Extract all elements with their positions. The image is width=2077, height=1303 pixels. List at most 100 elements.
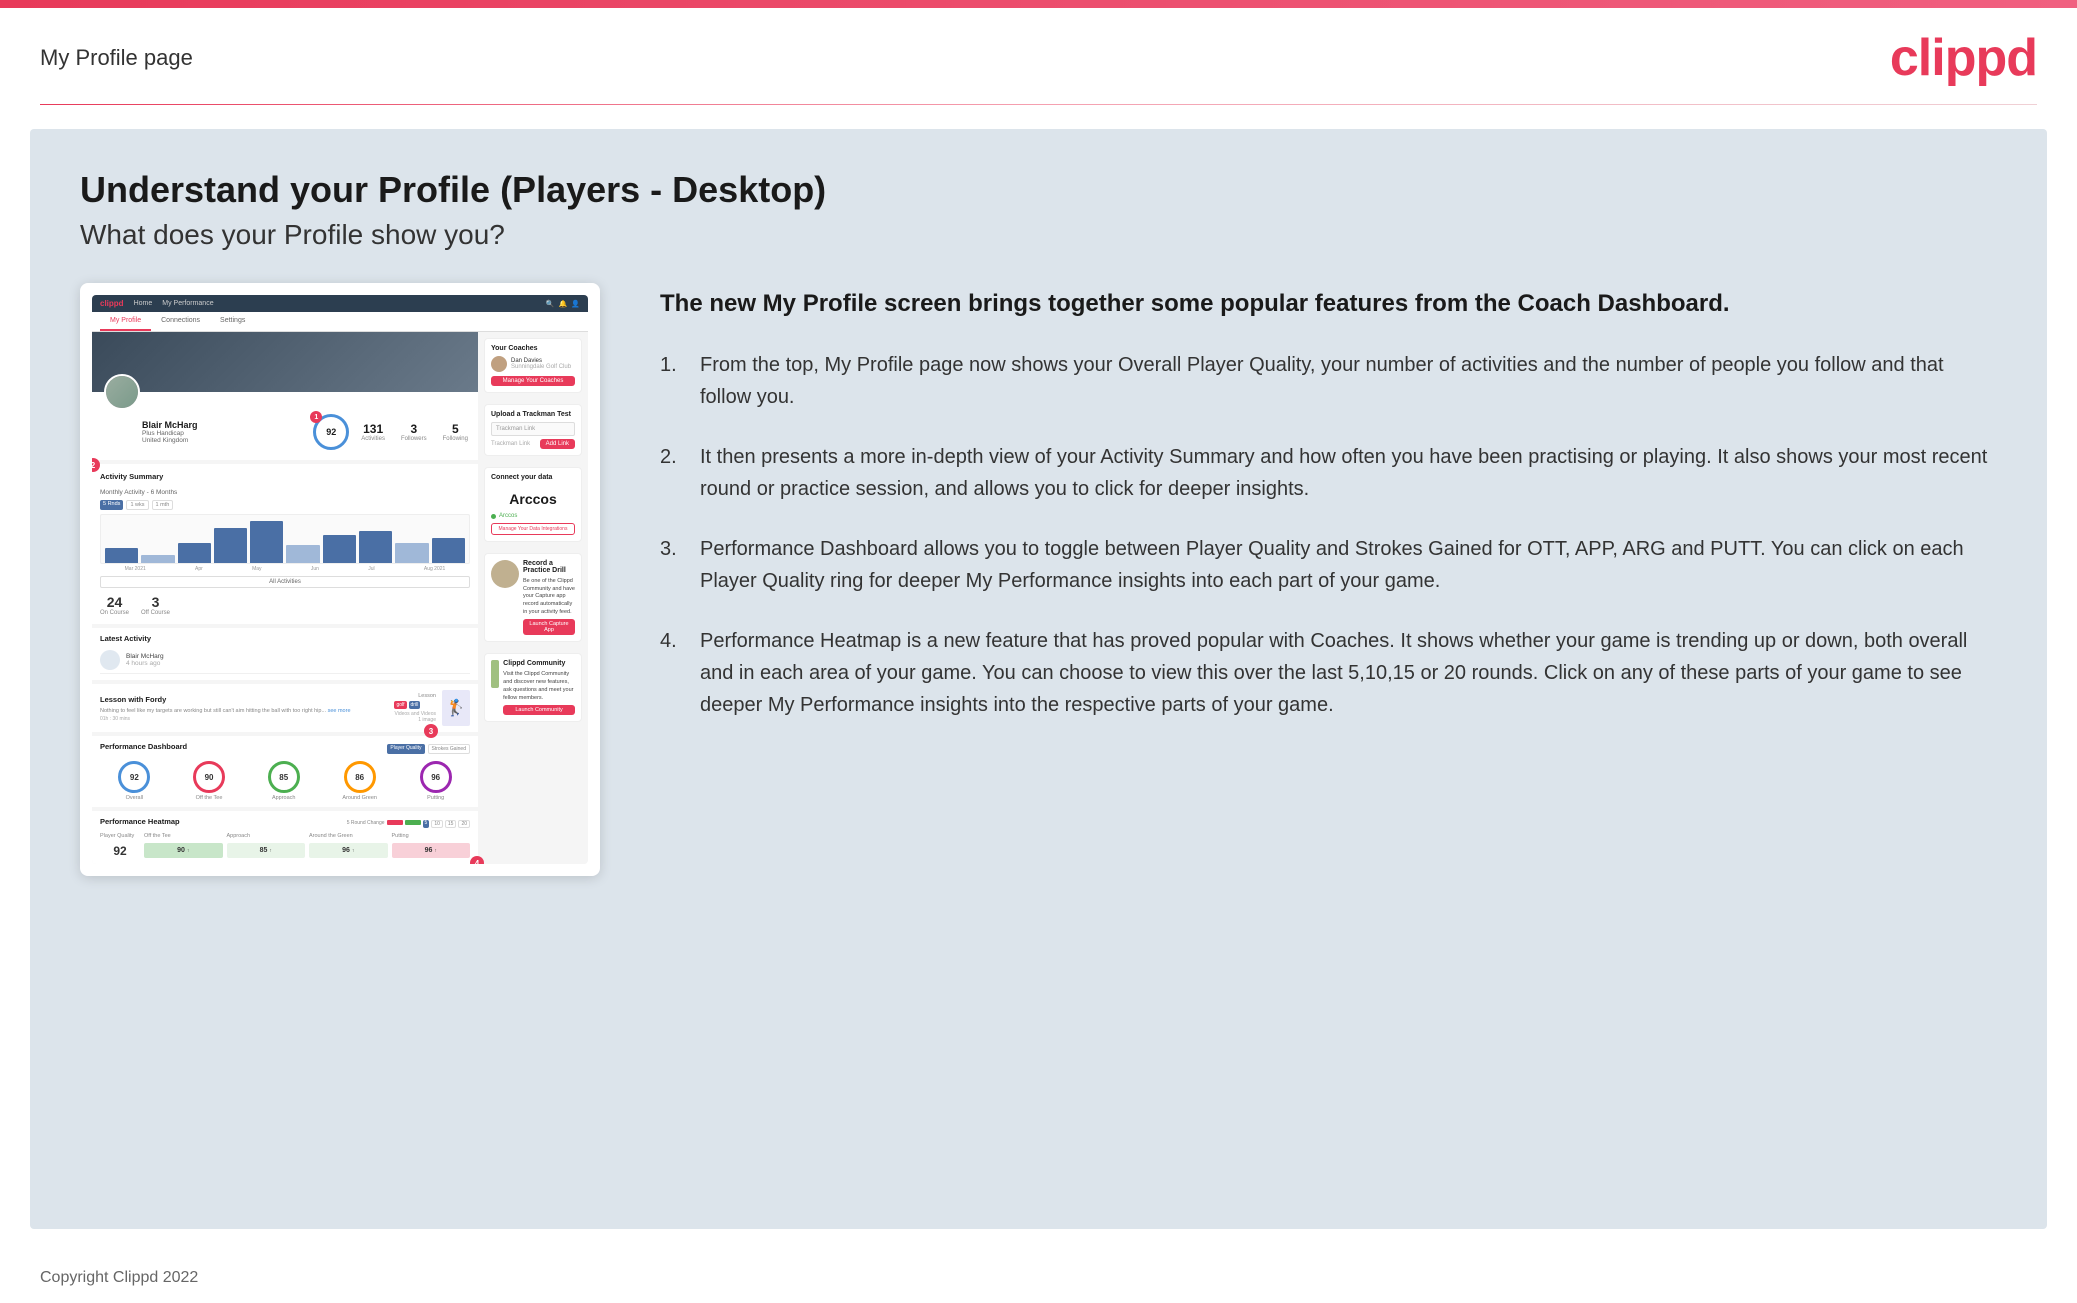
mock-bar-chart [100,514,470,564]
bar-1 [105,548,138,563]
list-item-2: 2. It then presents a more in-depth view… [660,441,1997,505]
mock-left-panel: Blair McHarg Plus Handicap United Kingdo… [92,332,478,864]
mock-lesson-label: Lesson [394,693,436,699]
user-icon: 👤 [571,300,580,308]
two-col-layout: clippd Home My Performance 🔍 🔔 👤 My Prof… [80,283,1997,876]
mock-lesson-box: Lesson golf drill Videos and Videos 1 im… [394,693,436,723]
page-title: My Profile page [40,45,193,71]
mock-ring-1-label: Overall [126,795,143,801]
mock-all-activities-btn[interactable]: All Activities [100,576,470,588]
mock-ring-3: 85 [268,761,300,793]
mock-lesson-tags: golf drill [394,701,436,709]
mock-perf-section: Performance Dashboard Player Quality Str… [92,736,478,807]
mock-player-hcp: Plus Handicap [142,430,301,437]
mock-followers-stat: 3 Followers [401,422,427,442]
list-item-3: 3. Performance Dashboard allows you to t… [660,533,1997,597]
mock-coaches-btn[interactable]: Manage Your Coaches [491,376,575,386]
mock-dot-green [491,514,496,519]
main-content: Understand your Profile (Players - Deskt… [30,129,2047,1229]
list-item-1: 1. From the top, My Profile page now sho… [660,349,1997,413]
logo: clippd [1890,28,2037,88]
mock-trackman-box: Upload a Trackman Test Trackman Link Tra… [484,404,582,456]
bar-10 [432,538,465,563]
mock-connect-manage-btn[interactable]: Manage Your Data Integrations [491,523,575,535]
mock-ring-arg: 86 Around Green [342,761,377,801]
bar-2 [141,555,174,563]
mock-ring-putt: 96 Putting [420,761,452,801]
mock-latest-activity: Latest Activity Blair McHarg4 hours ago [92,628,478,680]
list-item-4: 4. Performance Heatmap is a new feature … [660,625,1997,721]
mock-heatmap-ott: 90 ↑ [144,843,223,858]
mock-following-label: Following [443,436,468,442]
mock-off-course: 3 Off Course [141,594,170,616]
mock-two-panel: Blair McHarg Plus Handicap United Kingdo… [92,332,588,864]
mock-tab-profile[interactable]: My Profile [100,312,151,331]
mock-activity-subtitle: Monthly Activity - 6 Months [100,489,470,496]
badge-1: 1 [310,411,322,423]
mock-trackman-input: Trackman Link [491,422,575,436]
header-divider [40,104,2037,105]
mock-avatar [104,374,140,410]
mock-ring-5-label: Putting [427,795,444,801]
badge-2: 2 [92,458,100,472]
bar-6 [286,545,319,563]
mock-on-course: 24 On Course [100,594,129,616]
mock-trackman-btn[interactable]: Add Link [540,439,575,449]
mock-player-info: Blair McHarg Plus Handicap United Kingdo… [102,420,301,444]
mock-tab-settings[interactable]: Settings [210,312,255,331]
badge-3: 3 [424,724,438,738]
mock-latest-title: Latest Activity [100,634,470,643]
mock-community-btn[interactable]: Launch Community [503,705,575,715]
mock-lesson-figure: 🏌️ [442,690,470,726]
mock-activity-section: 2 Activity Summary Monthly Activity - 6 … [92,464,478,624]
mock-rings-row: 92 Overall 90 Off the Tee 85 Approach [100,761,470,801]
mock-heatmap-putt: 96 ↑ [392,843,471,858]
mock-toggle-row: 5 Rnds 1 wks 1 mth [100,500,470,510]
mock-tab-connections[interactable]: Connections [151,312,210,331]
list-number-3: 3. [660,533,688,597]
mock-drill-btn[interactable]: Launch Capture App [523,619,575,635]
mock-following-num: 5 [443,422,468,436]
text-col: The new My Profile screen brings togethe… [660,283,1997,749]
mock-heatmap-title: Performance Heatmap [100,817,180,826]
bar-3 [178,543,211,563]
content-title: Understand your Profile (Players - Deskt… [80,169,1997,211]
mock-heatmap-arg: 96 ↑ [309,843,388,858]
mock-connect-box: Connect your data Arccos Arccos Manage Y… [484,467,582,542]
mock-community-title: Clippd Community [503,660,575,667]
mock-activity-header: Activity Summary [100,472,470,485]
bar-7 [323,535,356,563]
mock-perf-title: Performance Dashboard [100,742,187,751]
mock-off-course-num: 3 [141,594,170,610]
mock-logo: clippd [100,299,124,308]
mock-right-panel: Your Coaches Dan Davies Sunningdale Golf… [478,332,588,864]
mock-player-name: Blair McHarg [142,420,301,430]
mock-activity-icon-1 [100,650,120,670]
mock-community-box: Clippd Community Visit the Clippd Commun… [484,653,582,722]
mock-stats-row: 131 Activities 3 Followers 5 Following [361,422,468,442]
mock-ring-overall: 92 Overall [118,761,150,801]
mock-drill-avatar [491,560,519,588]
mock-hero [92,332,478,392]
mock-ring-ott: 90 Off the Tee [193,761,225,801]
header: My Profile page clippd [0,8,2077,104]
mock-ring-2-label: Off the Tee [196,795,223,801]
mock-ring-4: 86 [344,761,376,793]
footer-text: Copyright Clippd 2022 [40,1269,198,1286]
mock-on-course-label: On Course [100,610,129,616]
content-subtitle: What does your Profile show you? [80,219,1997,251]
mock-heatmap-section: Performance Heatmap 5 Round Change 5 10 … [92,811,478,864]
mock-heatmap-header: Performance Heatmap 5 Round Change 5 10 … [100,817,470,830]
mock-community-img [491,660,499,688]
mock-on-course-num: 24 [100,594,129,610]
mock-ring-3-label: Approach [272,795,296,801]
mock-heatmap-app: 85 ↑ [227,843,306,858]
mock-tabs: My Profile Connections Settings [92,312,588,332]
mock-lesson-info: Nothing to feel like my targets are work… [100,708,394,714]
mock-activity-text-1: Blair McHarg4 hours ago [126,653,164,667]
mock-nav-icons: 🔍 🔔 👤 [546,300,580,308]
list-number-1: 1. [660,349,688,413]
mock-ring-5: 96 [420,761,452,793]
screenshot-col: clippd Home My Performance 🔍 🔔 👤 My Prof… [80,283,600,876]
list-number-2: 2. [660,441,688,505]
